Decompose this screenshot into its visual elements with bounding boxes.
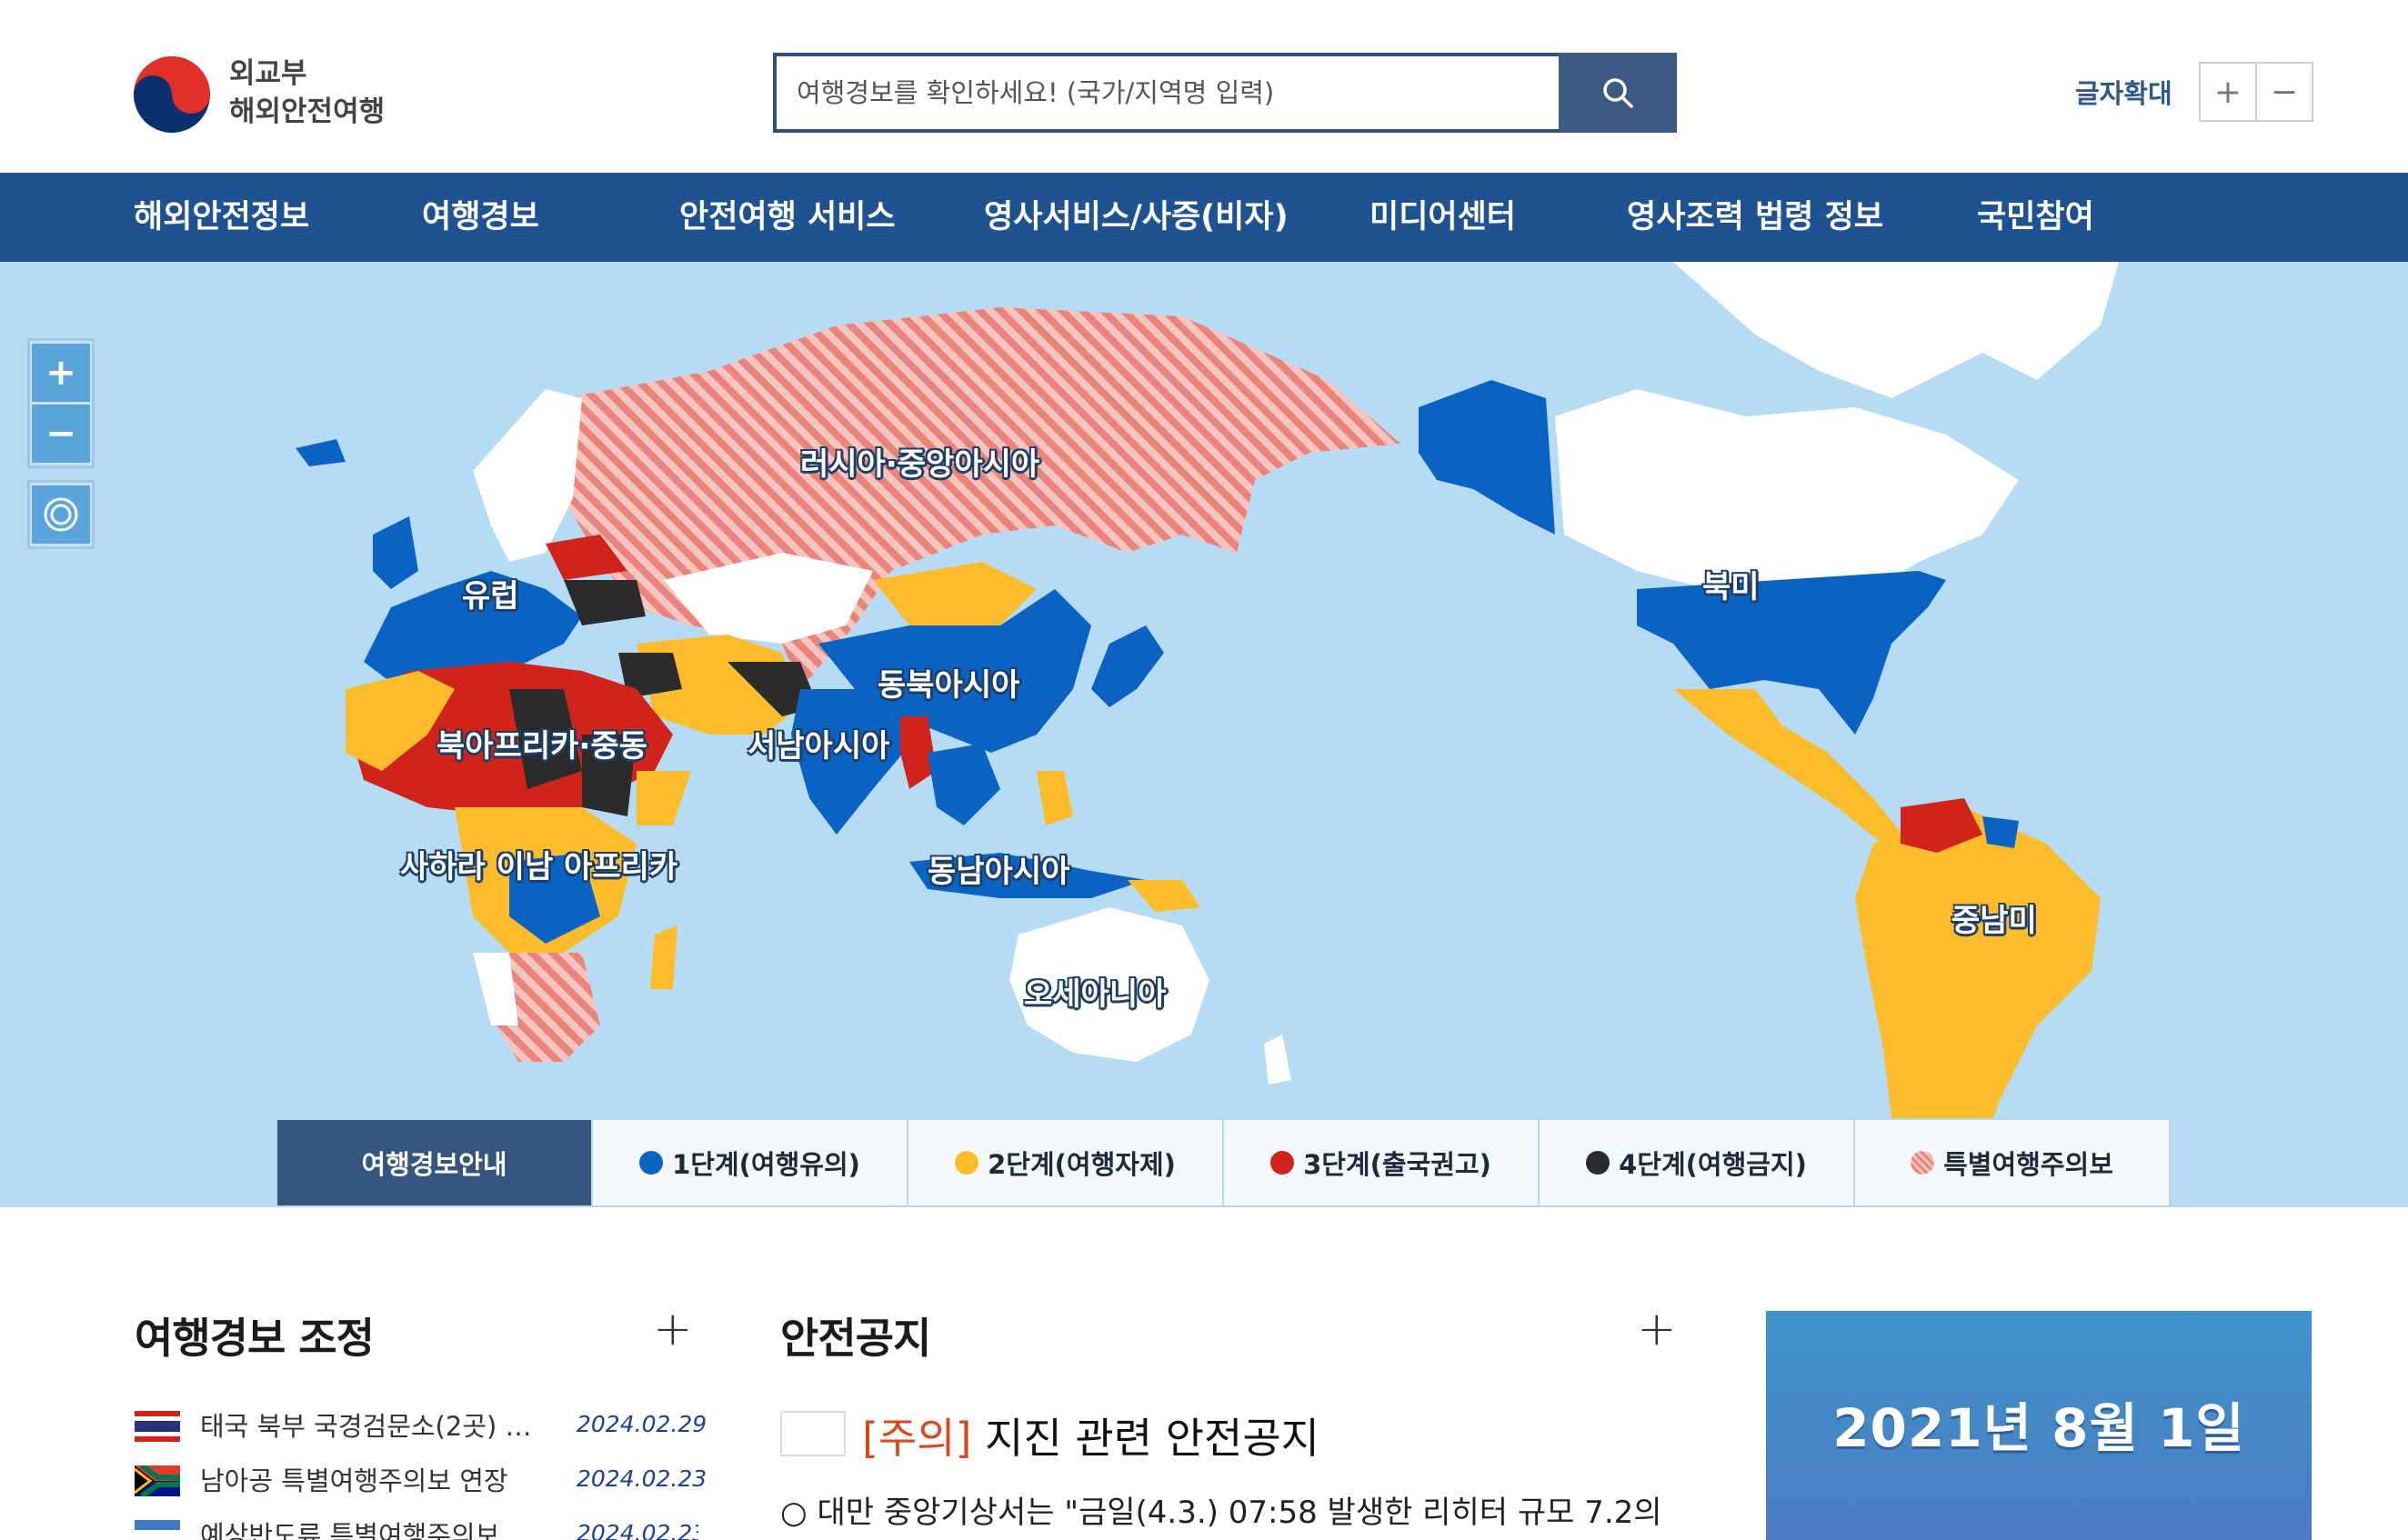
adjustments-title: 여행경보 조정	[135, 1314, 375, 1363]
nav-item-consular-visa[interactable]: 영사서비스/사증(비자)	[984, 173, 1289, 262]
legend-level-4[interactable]: 4단계(여행금지)	[1538, 1120, 1853, 1205]
notices-more-button[interactable]: +	[1637, 1305, 1677, 1353]
main-navigation: 해외안전정보 여행경보 안전여행 서비스 영사서비스/사증(비자) 미디어센터 …	[0, 173, 2408, 262]
nav-item-media-center[interactable]: 미디어센터	[1370, 173, 1516, 262]
region-label-europe[interactable]: 유럽	[462, 571, 519, 615]
level-2-dot-icon	[955, 1151, 979, 1175]
logo-line-ministry: 외교부	[229, 57, 307, 90]
promo-banner[interactable]: 2021년 8월 1일	[1766, 1311, 2312, 1540]
legend-level-3-label: 3단계(출국권고)	[1303, 1149, 1491, 1180]
notice-item-title[interactable]: [주의] 지진 관련 안전공지	[862, 1405, 1319, 1465]
legend-level-2[interactable]: 2단계(여행자제)	[907, 1120, 1222, 1205]
nav-item-participation[interactable]: 국민참여	[1977, 173, 2094, 262]
target-icon	[44, 497, 78, 532]
font-increase-button[interactable]: +	[2199, 62, 2257, 122]
legend-level-2-label: 2단계(여행자제)	[988, 1149, 1176, 1180]
travel-alert-map[interactable]: + − 러시아·중앙아시아 유럽 동북아시아 북미 북아프리카·중동 서남아시아…	[0, 262, 2408, 1207]
list-item[interactable]: 남아공 특별여행주의보 연장 2024.02.23	[135, 1460, 707, 1500]
search-box	[773, 53, 1560, 133]
level-3-dot-icon	[1270, 1151, 1295, 1175]
zoom-in-button[interactable]: +	[32, 344, 90, 402]
font-size-label: 글자확대	[2075, 78, 2172, 109]
world-map[interactable]	[0, 262, 2408, 1207]
legend-level-4-label: 4단계(여행금지)	[1619, 1149, 1807, 1180]
list-item[interactable]: 예상반도류 특별여행주의보 … 2024.02.23	[135, 1515, 698, 1540]
legend-special[interactable]: 특별여행주의보	[1853, 1120, 2169, 1205]
search-button[interactable]	[1559, 53, 1677, 133]
zoom-out-button[interactable]: −	[32, 405, 90, 463]
thailand-flag-icon	[135, 1411, 180, 1442]
level-1-dot-icon	[639, 1151, 664, 1175]
adjustment-text: 남아공 특별여행주의보 연장	[200, 1465, 508, 1496]
alert-legend: 여행경보안내 1단계(여행유의) 2단계(여행자제) 3단계(출국권고) 4단계…	[276, 1118, 2171, 1207]
nav-item-safe-travel-service[interactable]: 안전여행 서비스	[679, 173, 896, 262]
region-label-south-west-asia[interactable]: 서남아시아	[747, 721, 889, 765]
region-label-latin-america[interactable]: 중남미	[1951, 895, 2037, 940]
notice-thumbnail	[780, 1411, 846, 1456]
notice-item-body: ○ 대만 중앙기상서는 "금일(4.3.) 07:58 발생한 리히터 규모 7…	[780, 1495, 1662, 1531]
search-input[interactable]	[777, 56, 1560, 129]
adjustment-text: 태국 북부 국경검문소(2곳) …	[200, 1411, 532, 1442]
region-label-russia-central-asia[interactable]: 러시아·중앙아시아	[800, 439, 1039, 484]
special-advisory-icon	[1911, 1151, 1935, 1175]
government-emblem-icon	[134, 56, 210, 133]
region-label-southeast-asia[interactable]: 동남아시아	[928, 846, 1069, 891]
banner-headline: 2021년 8월 1일	[1832, 1397, 2245, 1459]
adjustment-text: 예상반도류 특별여행주의보 …	[200, 1520, 535, 1540]
font-decrease-button[interactable]: −	[2255, 62, 2313, 122]
flag-icon	[135, 1520, 180, 1540]
region-label-oceania[interactable]: 오세아니아	[1024, 969, 1166, 1014]
region-label-sub-saharan-africa[interactable]: 사하라 이남 아프리카	[400, 842, 677, 886]
level-4-dot-icon	[1586, 1151, 1610, 1175]
region-guyana	[1982, 816, 2019, 848]
nav-item-overseas-safety[interactable]: 해외안전정보	[134, 173, 309, 262]
zoom-controls: + −	[27, 338, 95, 468]
adjustment-date: 2024.02.23	[577, 1520, 698, 1540]
legend-special-label: 특별여행주의보	[1943, 1149, 2113, 1180]
locate-control	[27, 480, 95, 549]
legend-level-3[interactable]: 3단계(출국권고)	[1222, 1120, 1538, 1205]
nav-item-consular-law[interactable]: 영사조력 법령 정보	[1627, 173, 1883, 262]
locate-button[interactable]	[32, 485, 90, 544]
region-label-north-america[interactable]: 북미	[1702, 562, 1760, 606]
region-label-north-africa-middle-east[interactable]: 북아프리카·중동	[436, 721, 647, 765]
adjustments-more-button[interactable]: +	[653, 1305, 693, 1353]
notice-title-text: 지진 관련 안전공지	[971, 1414, 1319, 1463]
site-title: 외교부 해외안전여행	[229, 55, 385, 131]
adjustment-date: 2024.02.29	[577, 1411, 707, 1437]
notices-title: 안전공지	[780, 1314, 931, 1363]
adjustment-date: 2024.02.23	[577, 1465, 707, 1492]
nav-item-travel-alert[interactable]: 여행경보	[422, 173, 539, 262]
search-icon	[1603, 78, 1633, 108]
legend-title[interactable]: 여행경보안내	[277, 1120, 591, 1205]
notice-tag: [주의]	[862, 1414, 972, 1463]
region-label-northeast-asia[interactable]: 동북아시아	[878, 660, 1019, 705]
list-item[interactable]: 태국 북부 국경검문소(2곳) … 2024.02.29	[135, 1405, 707, 1445]
legend-level-1[interactable]: 1단계(여행유의)	[591, 1120, 907, 1205]
south-africa-flag-icon	[135, 1465, 180, 1496]
legend-level-1-label: 1단계(여행유의)	[672, 1149, 860, 1180]
logo-line-service: 해외안전여행	[229, 95, 386, 128]
site-header: 외교부 해외안전여행 글자확대 + −	[0, 0, 2408, 173]
